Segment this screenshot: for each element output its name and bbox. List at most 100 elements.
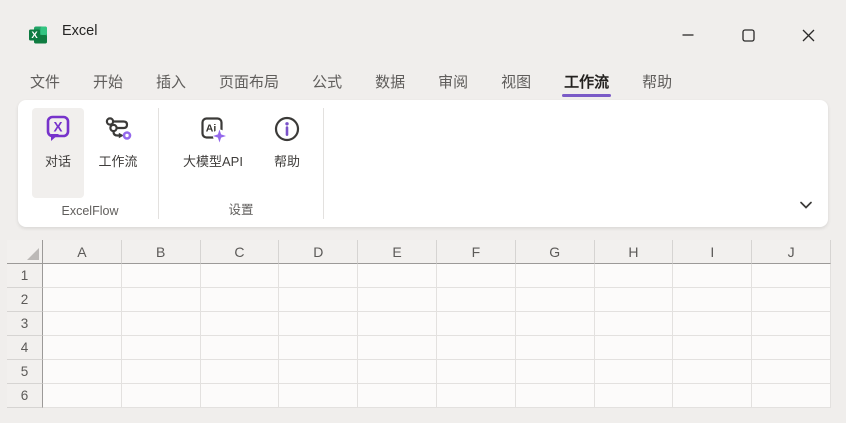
cell[interactable] [437, 264, 516, 288]
cell[interactable] [752, 360, 831, 384]
cell[interactable] [122, 336, 201, 360]
tab-1[interactable]: 开始 [79, 62, 137, 100]
cell[interactable] [358, 384, 437, 408]
cell[interactable] [673, 336, 752, 360]
ribbon-button-label: 大模型API [183, 151, 243, 170]
cell[interactable] [595, 336, 674, 360]
cell[interactable] [43, 360, 122, 384]
cell[interactable] [752, 288, 831, 312]
cell[interactable] [201, 360, 280, 384]
cell[interactable] [673, 264, 752, 288]
tab-workflow[interactable]: 工作流 [550, 62, 623, 100]
tab-9[interactable]: 帮助 [628, 62, 686, 100]
cell[interactable] [43, 312, 122, 336]
cell[interactable] [122, 288, 201, 312]
cell[interactable] [673, 360, 752, 384]
cell[interactable] [437, 360, 516, 384]
cell[interactable] [437, 312, 516, 336]
cell[interactable] [358, 360, 437, 384]
cell[interactable] [43, 288, 122, 312]
cell[interactable] [595, 288, 674, 312]
cell[interactable] [516, 288, 595, 312]
chat-bubble-x-icon: X [43, 114, 73, 144]
cell[interactable] [516, 384, 595, 408]
cell[interactable] [595, 360, 674, 384]
cell[interactable] [201, 312, 280, 336]
ribbon-button-help[interactable]: 帮助 [261, 108, 313, 198]
cell[interactable] [358, 336, 437, 360]
column-header[interactable]: B [122, 240, 201, 264]
cell[interactable] [201, 288, 280, 312]
cell[interactable] [279, 384, 358, 408]
close-button[interactable] [788, 18, 828, 52]
cell[interactable] [752, 384, 831, 408]
cell[interactable] [358, 264, 437, 288]
cell[interactable] [201, 264, 280, 288]
cell[interactable] [516, 312, 595, 336]
cell[interactable] [673, 384, 752, 408]
cell[interactable] [122, 360, 201, 384]
tab-0[interactable]: 文件 [16, 62, 74, 100]
column-header[interactable]: H [595, 240, 674, 264]
cell[interactable] [358, 312, 437, 336]
ribbon-group-divider [323, 108, 324, 219]
window-title: Excel [62, 0, 97, 62]
ribbon-button-llm-api[interactable]: Ai 大模型API [169, 108, 257, 198]
column-header[interactable]: E [358, 240, 437, 264]
column-header[interactable]: C [201, 240, 280, 264]
cell[interactable] [595, 264, 674, 288]
cell[interactable] [279, 336, 358, 360]
column-header[interactable]: J [752, 240, 831, 264]
cell[interactable] [673, 312, 752, 336]
cell[interactable] [516, 264, 595, 288]
tab-4[interactable]: 公式 [298, 62, 356, 100]
row-header[interactable]: 5 [7, 360, 43, 384]
collapse-ribbon-button[interactable] [792, 195, 820, 219]
cell[interactable] [752, 336, 831, 360]
column-header[interactable]: A [43, 240, 122, 264]
cell[interactable] [437, 384, 516, 408]
cell[interactable] [516, 336, 595, 360]
cell[interactable] [279, 264, 358, 288]
cell[interactable] [122, 384, 201, 408]
cell[interactable] [437, 288, 516, 312]
cell[interactable] [43, 336, 122, 360]
workflow-route-icon [103, 114, 133, 144]
row-header[interactable]: 4 [7, 336, 43, 360]
cell[interactable] [595, 312, 674, 336]
tab-2[interactable]: 插入 [142, 62, 200, 100]
cell[interactable] [279, 360, 358, 384]
row-header[interactable]: 2 [7, 288, 43, 312]
cell[interactable] [43, 384, 122, 408]
column-header[interactable]: G [516, 240, 595, 264]
cell[interactable] [437, 336, 516, 360]
tab-7[interactable]: 视图 [487, 62, 545, 100]
minimize-button[interactable] [668, 18, 708, 52]
cell[interactable] [279, 312, 358, 336]
cell[interactable] [122, 312, 201, 336]
cell[interactable] [43, 264, 122, 288]
tab-6[interactable]: 审阅 [424, 62, 482, 100]
maximize-button[interactable] [728, 18, 768, 52]
tab-3[interactable]: 页面布局 [205, 62, 293, 100]
cell[interactable] [201, 336, 280, 360]
cell[interactable] [358, 288, 437, 312]
cell[interactable] [752, 264, 831, 288]
tab-5[interactable]: 数据 [361, 62, 419, 100]
column-header[interactable]: D [279, 240, 358, 264]
row-header[interactable]: 1 [7, 264, 43, 288]
cell[interactable] [122, 264, 201, 288]
cell[interactable] [752, 312, 831, 336]
select-all-corner[interactable] [7, 240, 43, 264]
column-header[interactable]: I [673, 240, 752, 264]
cell[interactable] [673, 288, 752, 312]
ribbon-button-chat[interactable]: X 对话 [32, 108, 84, 198]
row-header[interactable]: 6 [7, 384, 43, 408]
row-header[interactable]: 3 [7, 312, 43, 336]
cell[interactable] [516, 360, 595, 384]
cell[interactable] [279, 288, 358, 312]
column-header[interactable]: F [437, 240, 516, 264]
cell[interactable] [595, 384, 674, 408]
cell[interactable] [201, 384, 280, 408]
ribbon-button-workflow[interactable]: 工作流 [88, 108, 148, 198]
